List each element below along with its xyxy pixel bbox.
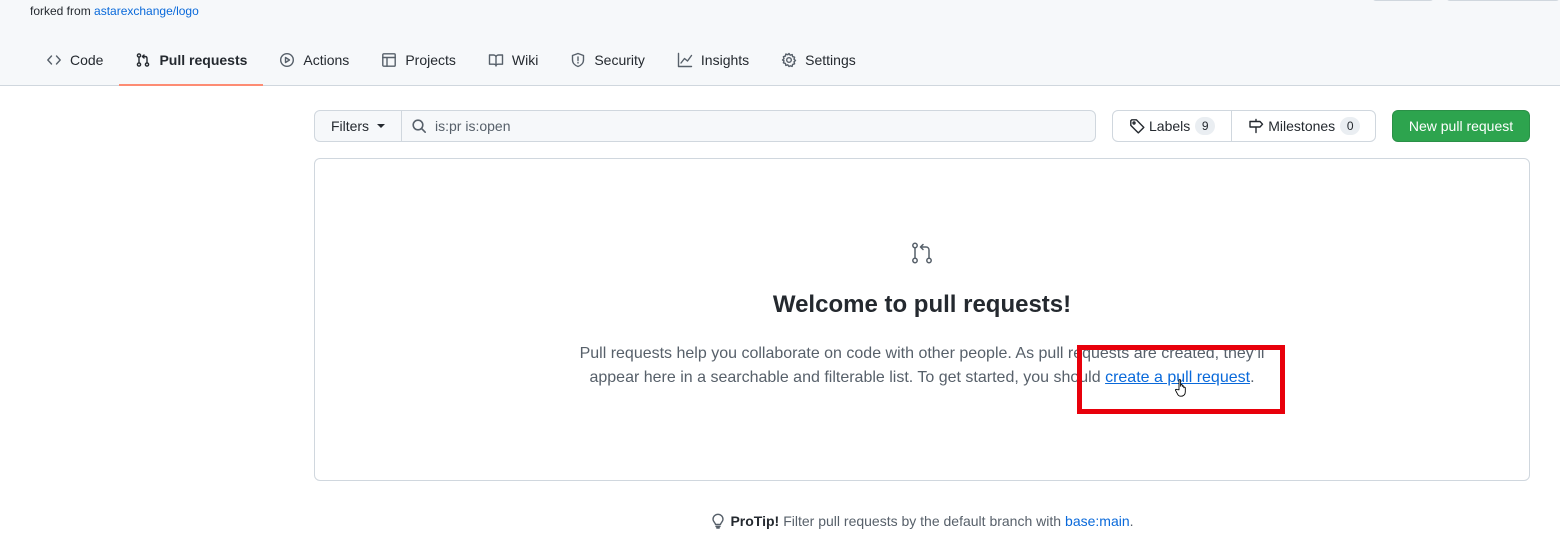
tab-label: Code [70, 52, 104, 68]
pr-toolbar: Filters Labels 9 Milestones 0 New pull r… [314, 110, 1530, 142]
tab-label: Insights [700, 52, 750, 68]
header-action-button[interactable] [1372, 0, 1434, 1]
protip-suffix: . [1129, 513, 1134, 529]
git-pull-request-icon [910, 241, 934, 265]
tab-label: Settings [805, 52, 856, 68]
tab-wiki[interactable]: Wiki [472, 36, 554, 84]
protip: ProTip! Filter pull requests by the defa… [0, 513, 1560, 532]
tab-label: Projects [405, 52, 456, 68]
protip-label: ProTip! [730, 513, 780, 529]
search-box [401, 110, 1096, 142]
tab-settings[interactable]: Settings [765, 36, 872, 84]
table-icon [381, 52, 397, 68]
tab-label: Security [594, 52, 645, 68]
code-icon [46, 52, 62, 68]
repo-nav: Code Pull requests Actions Projects Wiki… [30, 36, 872, 86]
tab-code[interactable]: Code [30, 36, 119, 84]
milestone-icon [1249, 118, 1264, 134]
repo-header: forked from astarexchange/logo Code Pull… [0, 0, 1560, 86]
tab-label: Actions [303, 52, 350, 68]
hand-cursor-icon [1175, 379, 1186, 397]
filters-button[interactable]: Filters [314, 110, 402, 142]
graph-icon [677, 52, 693, 68]
labels-label: Labels [1149, 118, 1191, 134]
milestones-label: Milestones [1268, 118, 1336, 134]
milestones-button[interactable]: Milestones 0 [1231, 111, 1376, 141]
tab-security[interactable]: Security [554, 36, 661, 84]
milestones-count: 0 [1340, 117, 1361, 135]
tab-projects[interactable]: Projects [365, 36, 472, 84]
tab-label: Pull requests [159, 52, 248, 68]
tab-label: Wiki [511, 52, 539, 68]
search-icon [412, 119, 426, 133]
labels-count: 9 [1195, 117, 1216, 135]
tab-insights[interactable]: Insights [661, 36, 765, 84]
blankslate-text-end: . [1250, 369, 1255, 386]
tag-icon [1130, 119, 1145, 134]
play-icon [279, 52, 295, 68]
book-icon [488, 52, 504, 68]
forked-repo-link[interactable]: astarexchange/logo [94, 4, 199, 18]
header-action-button[interactable] [1446, 0, 1560, 1]
search-input[interactable] [435, 118, 1035, 134]
shield-icon [570, 52, 586, 68]
labels-milestones-group: Labels 9 Milestones 0 [1112, 110, 1376, 142]
caret-down-icon [377, 124, 386, 128]
light-bulb-icon [712, 513, 725, 529]
filters-label: Filters [330, 118, 370, 134]
protip-text: Filter pull requests by the default bran… [783, 513, 1062, 529]
tab-pull-requests[interactable]: Pull requests [119, 36, 264, 86]
tab-actions[interactable]: Actions [263, 36, 365, 84]
forked-from-text: forked from astarexchange/logo [30, 4, 199, 18]
blankslate: Welcome to pull requests! Pull requests … [314, 158, 1530, 481]
git-pull-request-icon [135, 52, 151, 68]
labels-button[interactable]: Labels 9 [1113, 111, 1231, 141]
blankslate-title: Welcome to pull requests! [772, 291, 1072, 318]
blankslate-description: Pull requests help you collaborate on co… [577, 342, 1267, 390]
gear-icon [781, 52, 797, 68]
protip-content: ProTip! Filter pull requests by the defa… [710, 513, 1134, 529]
base-main-link[interactable]: base:main [1065, 513, 1130, 529]
forked-prefix: forked from [30, 4, 91, 18]
new-pull-request-button[interactable]: New pull request [1392, 110, 1530, 142]
